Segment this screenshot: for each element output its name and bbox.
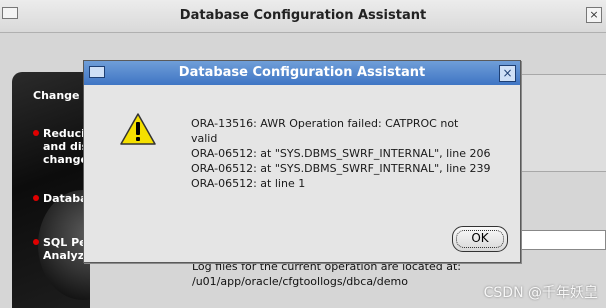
- main-title-bar[interactable]: Database Configuration Assistant ×: [0, 0, 606, 33]
- bullet-icon: [33, 130, 39, 136]
- error-message: ORA-13516: AWR Operation failed: CATPROC…: [191, 116, 511, 191]
- close-icon[interactable]: ×: [499, 65, 516, 82]
- error-dialog: Database Configuration Assistant × ORA-1…: [83, 60, 521, 263]
- progress-side-panel: Change Reduci and dis change Databa SQL …: [12, 72, 90, 308]
- dialog-body: ORA-13516: AWR Operation failed: CATPROC…: [84, 85, 520, 262]
- focus-ring: [456, 230, 504, 248]
- side-item-database: Databa: [43, 192, 88, 205]
- message-line: ORA-06512: at line 1: [191, 177, 306, 190]
- progress-field: [520, 230, 606, 250]
- message-line: valid: [191, 132, 218, 145]
- ok-button[interactable]: OK: [452, 226, 508, 252]
- warning-icon: [120, 113, 156, 145]
- side-item-sql: SQL Pe Analyz: [43, 236, 87, 262]
- bullet-icon: [33, 195, 39, 201]
- bullet-icon: [33, 239, 39, 245]
- status-box: [516, 74, 606, 172]
- watermark: CSDN @千年妖皇: [483, 285, 598, 301]
- dialog-title-bar[interactable]: Database Configuration Assistant ×: [84, 61, 520, 85]
- side-item-reduce: Reduci and dis change: [43, 127, 89, 166]
- log-location-text: Log files for the current operation are …: [192, 260, 461, 288]
- side-item-change: Change: [33, 89, 80, 102]
- message-line: ORA-13516: AWR Operation failed: CATPROC…: [191, 117, 459, 130]
- message-line: ORA-06512: at "SYS.DBMS_SWRF_INTERNAL", …: [191, 162, 491, 175]
- dialog-title: Database Configuration Assistant: [178, 65, 426, 80]
- message-line: ORA-06512: at "SYS.DBMS_SWRF_INTERNAL", …: [191, 147, 491, 160]
- close-icon[interactable]: ×: [586, 7, 602, 23]
- main-window-title: Database Configuration Assistant: [179, 8, 427, 23]
